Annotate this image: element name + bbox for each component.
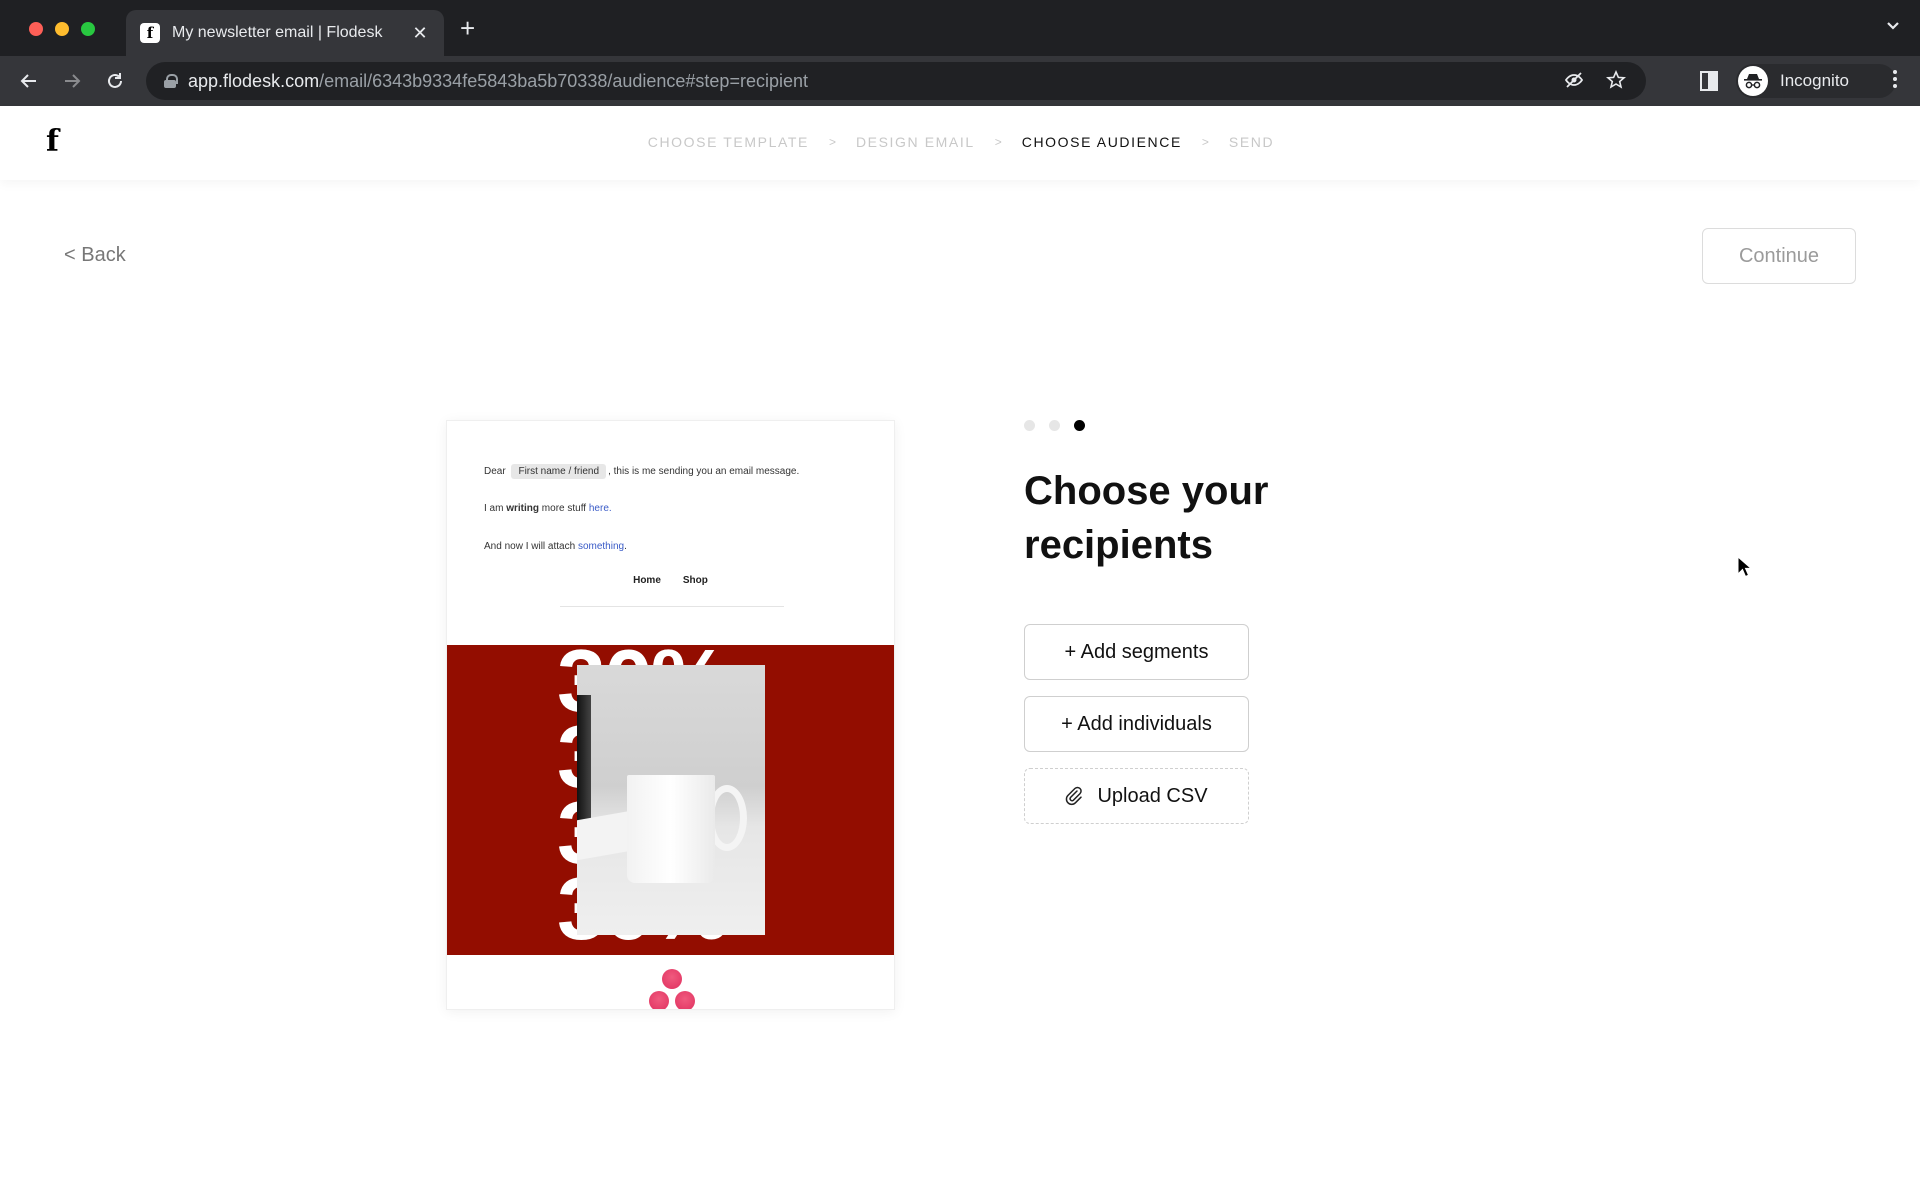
greeting-prefix: Dear [484,466,506,477]
line2-middle: more stuff [541,503,587,514]
preview-divider [560,606,784,607]
preview-nav: Home Shop [447,575,894,586]
forward-arrow-icon[interactable] [58,67,86,95]
pager-dot [1049,420,1060,431]
step-design-email[interactable]: DESIGN EMAIL [856,134,975,150]
preview-text-line: And now I will attach something. [484,541,627,552]
line3-prefix: And now I will attach [484,541,576,552]
step-separator: > [994,135,1002,149]
merge-tag-first-name: First name / friend [511,464,607,479]
preview-text-line: I am writing more stuff here. [484,503,612,514]
tab-search-chevron-icon[interactable] [1886,18,1900,36]
step-choose-audience[interactable]: CHOOSE AUDIENCE [1022,134,1182,150]
url-host: app.flodesk.com [188,70,320,91]
preview-promo-banner: 30% 30% 30% 30% [447,645,894,955]
line3-suffix: . [624,541,627,552]
maximize-window-button[interactable] [81,22,95,36]
add-segments-button[interactable]: + Add segments [1024,624,1249,680]
eye-off-icon[interactable] [1564,70,1584,95]
preview-logo-icon [645,969,699,1009]
url-path: /email/6343b9334fe5843ba5b70338/audience… [319,70,808,91]
pager-dot-active [1074,420,1085,431]
more-menu-icon[interactable] [1892,68,1898,96]
preview-greeting-line: Dear First name / friend, this is me sen… [484,464,799,479]
paperclip-icon [1065,786,1083,806]
incognito-label: Incognito [1780,71,1849,90]
step-send[interactable]: SEND [1229,134,1274,150]
continue-button[interactable]: Continue [1702,228,1856,284]
line2-prefix: I am [484,503,504,514]
line2-bold: writing [506,503,540,514]
preview-link-something: something [577,541,625,552]
add-individuals-button[interactable]: + Add individuals [1024,696,1249,752]
minimize-window-button[interactable] [55,22,69,36]
preview-nav-shop: Shop [682,575,708,586]
side-panel-icon[interactable] [1700,71,1718,91]
app-header: f CHOOSE TEMPLATE > DESIGN EMAIL > CHOOS… [0,106,1920,180]
back-arrow-icon[interactable] [15,67,43,95]
mouse-cursor-icon [1737,555,1753,578]
back-link[interactable]: < Back [64,244,126,267]
step-choose-template[interactable]: CHOOSE TEMPLATE [648,134,809,150]
pager-dot [1024,420,1035,431]
step-pager [1024,420,1085,431]
upload-csv-label: Upload CSV [1097,784,1208,807]
step-breadcrumb: CHOOSE TEMPLATE > DESIGN EMAIL > CHOOSE … [0,134,1920,150]
browser-tab-bar: f My newsletter email | Flodesk ✕ + [0,0,1920,56]
email-preview: Dear First name / friend, this is me sen… [446,420,895,1010]
preview-nav-home: Home [633,575,661,586]
flodesk-favicon-icon: f [140,23,160,43]
upload-csv-button[interactable]: Upload CSV [1024,768,1249,824]
star-icon[interactable] [1606,70,1626,95]
browser-toolbar: app.flodesk.com/email/6343b9334fe5843ba5… [0,56,1920,106]
mug-photo [577,665,765,935]
close-window-button[interactable] [29,22,43,36]
tab-close-icon[interactable]: ✕ [410,23,430,44]
incognito-icon [1738,66,1768,96]
lock-icon [164,74,178,88]
new-tab-button[interactable]: + [460,15,475,41]
mug [627,775,715,883]
reload-icon[interactable] [101,67,129,95]
address-bar[interactable]: app.flodesk.com/email/6343b9334fe5843ba5… [146,62,1646,100]
browser-tab[interactable]: f My newsletter email | Flodesk ✕ [126,10,444,56]
photo-background-detail [577,695,591,835]
step-separator: > [1201,135,1209,149]
incognito-profile-button[interactable]: Incognito [1736,64,1896,98]
greeting-suffix: , this is me sending you an email messag… [608,466,800,477]
tab-title: My newsletter email | Flodesk [172,24,383,41]
page-title: Choose your recipients [1024,469,1269,567]
preview-link-here: here. [588,503,612,514]
step-separator: > [828,135,836,149]
